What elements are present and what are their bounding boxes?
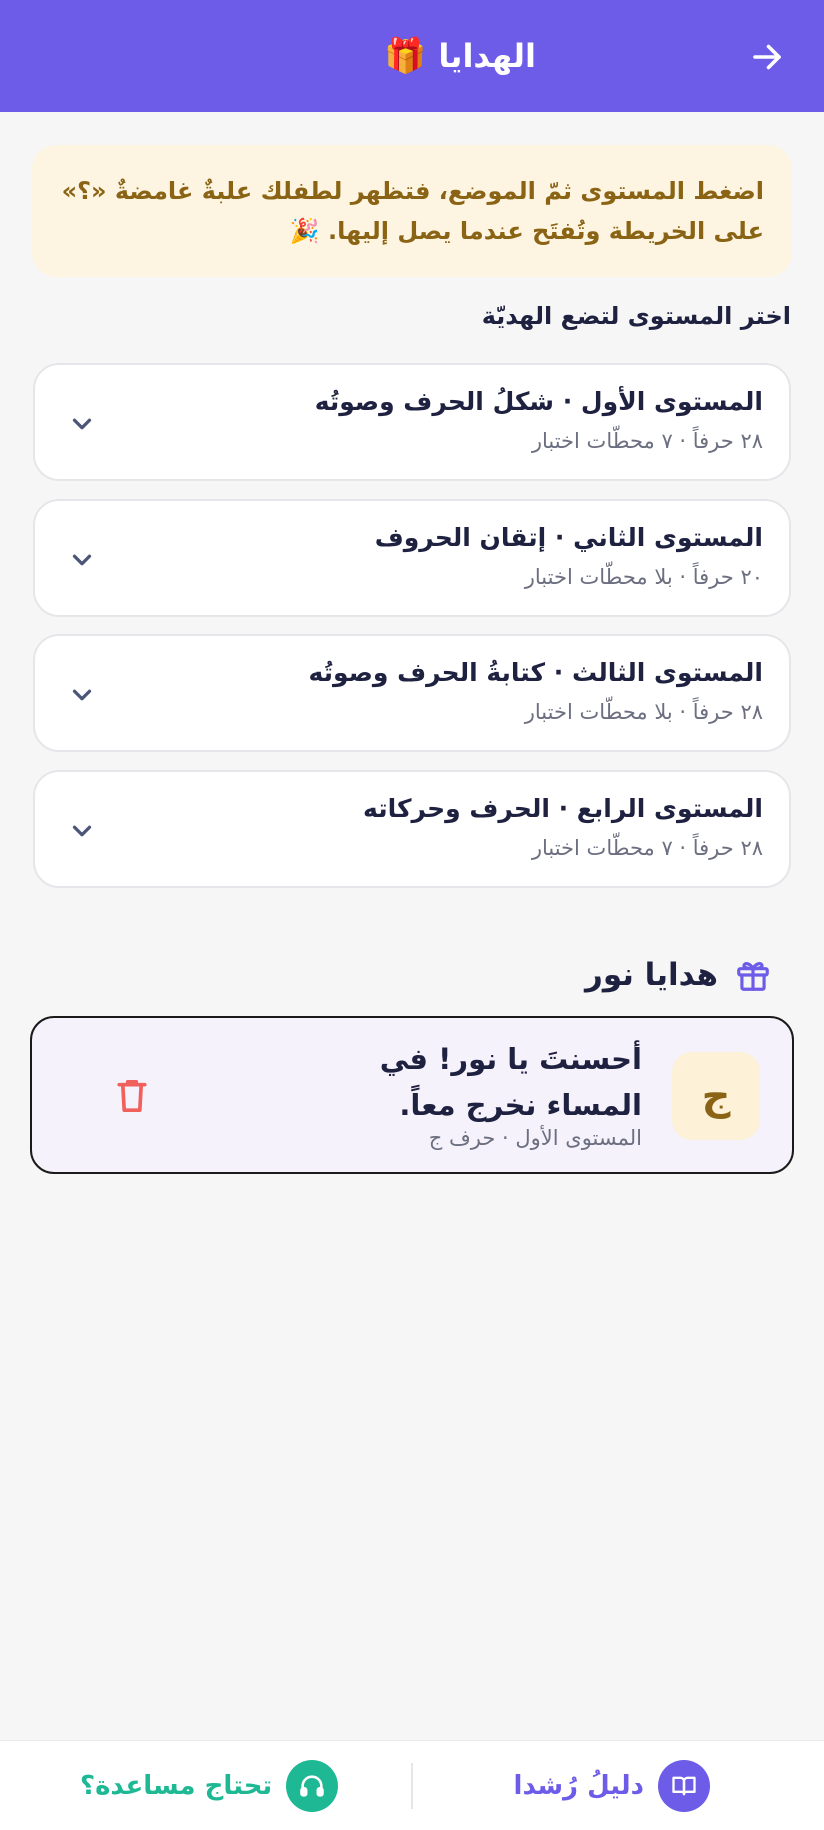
chevron-down-icon bbox=[65, 678, 99, 712]
gift-meta: المستوى الأول · حرف ج bbox=[428, 1126, 642, 1150]
levels-section-title: اختر المستوى لتضع الهديّة bbox=[481, 302, 791, 330]
gift-message: أحسنتَ يا نور! في المساء نخرج معاً. bbox=[379, 1042, 642, 1122]
page-title: الهدايا bbox=[438, 37, 536, 75]
help-label: تحتاج مساعدة؟ bbox=[80, 1771, 273, 1801]
back-button[interactable] bbox=[742, 32, 792, 82]
level-subtitle: ٢٨ حرفاً · بلا محطّات اختبار bbox=[524, 700, 763, 724]
level-subtitle: ٢٨ حرفاً · ٧ محطّات اختبار bbox=[531, 429, 763, 453]
guide-button[interactable]: دليلُ رُشدا bbox=[514, 1759, 710, 1813]
level-title: المستوى الأول · شكلُ الحرف وصوتُه bbox=[314, 387, 763, 416]
header-title-group: الهدايا 🎁 bbox=[384, 30, 536, 82]
bottom-divider bbox=[411, 1763, 413, 1809]
level-card-4[interactable]: المستوى الرابع · الحرف وحركاته ٢٨ حرفاً … bbox=[33, 770, 791, 888]
chevron-down-icon bbox=[65, 814, 99, 848]
help-button[interactable]: تحتاج مساعدة؟ bbox=[80, 1759, 339, 1813]
arrow-right-icon bbox=[753, 44, 781, 70]
chevron-down-icon bbox=[65, 407, 99, 441]
level-card-2[interactable]: المستوى الثاني · إتقان الحروف ٢٠ حرفاً ·… bbox=[33, 499, 791, 617]
level-subtitle: ٢٠ حرفاً · بلا محطّات اختبار bbox=[524, 565, 763, 589]
gift-icon: 🎁 bbox=[384, 36, 427, 76]
bottom-bar: دليلُ رُشدا تحتاج مساعدة؟ bbox=[0, 1740, 824, 1830]
gifts-section-title: هدايا نور bbox=[584, 957, 718, 993]
guide-label: دليلُ رُشدا bbox=[513, 1771, 644, 1801]
headset-icon bbox=[286, 1760, 339, 1812]
level-title: المستوى الرابع · الحرف وحركاته bbox=[363, 794, 763, 823]
gift-box-icon bbox=[737, 962, 769, 991]
info-banner: اضغط المستوى ثمّ الموضع، فتظهر لطفلك علب… bbox=[32, 145, 792, 277]
level-title: المستوى الثالث · كتابةُ الحرف وصوتُه bbox=[308, 658, 763, 687]
level-title: المستوى الثاني · إتقان الحروف bbox=[374, 523, 763, 552]
app-header: الهدايا 🎁 bbox=[0, 0, 824, 112]
level-card-1[interactable]: المستوى الأول · شكلُ الحرف وصوتُه ٢٨ حرف… bbox=[33, 363, 791, 481]
gift-letter-tile: ج bbox=[672, 1052, 760, 1140]
trash-icon bbox=[117, 1079, 147, 1113]
book-icon bbox=[658, 1760, 710, 1812]
level-subtitle: ٢٨ حرفاً · ٧ محطّات اختبار bbox=[531, 836, 763, 860]
gifts-section-header: هدايا نور bbox=[585, 950, 772, 1000]
level-card-3[interactable]: المستوى الثالث · كتابةُ الحرف وصوتُه ٢٨ … bbox=[33, 634, 791, 752]
gift-card: ج أحسنتَ يا نور! في المساء نخرج معاً. ال… bbox=[30, 1016, 794, 1174]
info-banner-text: اضغط المستوى ثمّ الموضع، فتظهر لطفلك علب… bbox=[61, 177, 764, 245]
delete-gift-button[interactable] bbox=[110, 1074, 154, 1118]
chevron-down-icon bbox=[65, 543, 99, 577]
